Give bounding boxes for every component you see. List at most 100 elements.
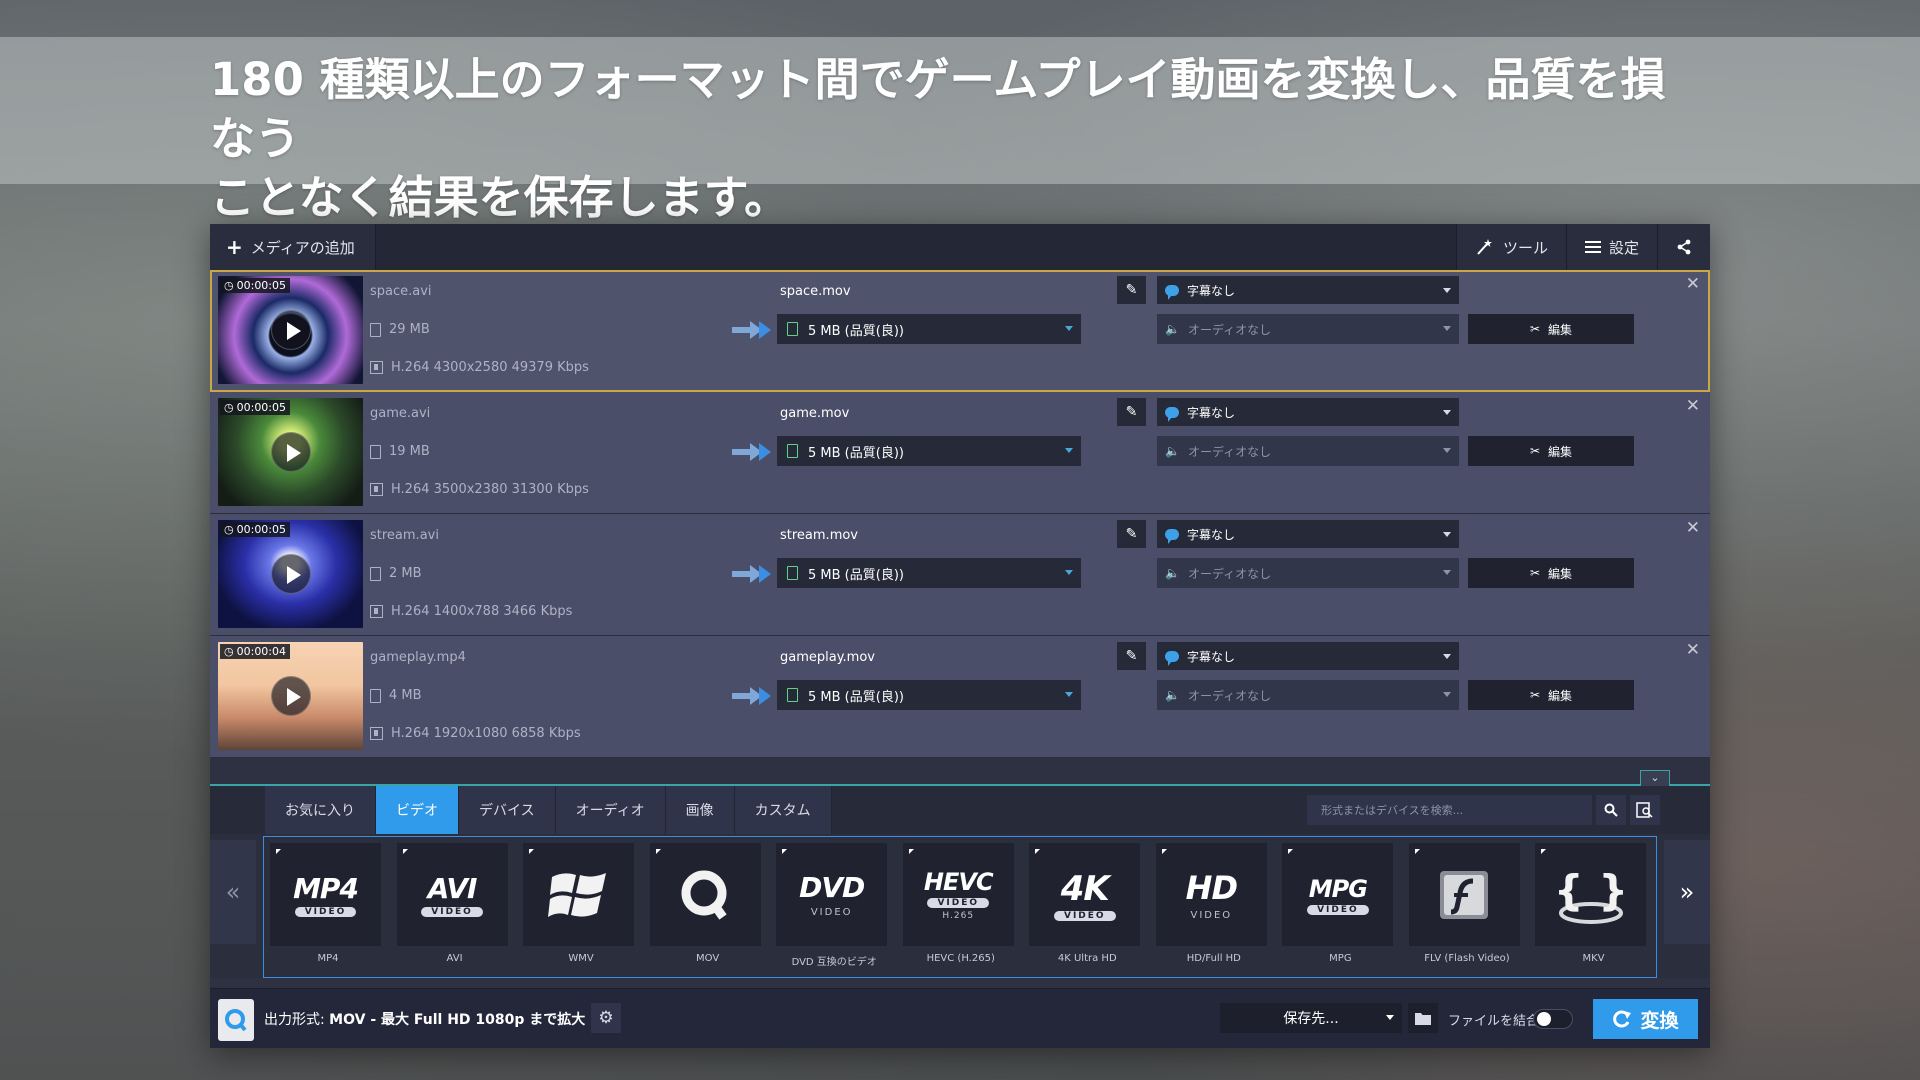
- audio-select[interactable]: 🔈 オーディオなし: [1157, 558, 1459, 588]
- tab-favorites[interactable]: お気に入り: [265, 786, 376, 834]
- pencil-icon: ✎: [1125, 526, 1138, 542]
- play-icon[interactable]: [270, 310, 311, 350]
- scroll-right-button[interactable]: »: [1664, 840, 1710, 944]
- subtitle-label: 字幕なし: [1187, 405, 1236, 420]
- subtitle-label: 字幕なし: [1187, 527, 1236, 542]
- audio-select[interactable]: 🔈 オーディオなし: [1157, 314, 1459, 344]
- rename-button[interactable]: ✎: [1117, 276, 1146, 304]
- format-mpg[interactable]: MPG VIDEO MPG: [1276, 837, 1403, 977]
- format-hevc[interactable]: HEVC VIDEO H.265 HEVC (H.265): [897, 837, 1024, 977]
- video-thumbnail[interactable]: ◷ 00:00:05: [218, 520, 363, 628]
- video-thumbnail[interactable]: ◷ 00:00:04: [218, 642, 363, 750]
- file-row[interactable]: ◷ 00:00:04 gameplay.mp4 4 MB H.264 1920x1…: [210, 636, 1710, 758]
- format-wmv[interactable]: WMV: [517, 837, 644, 977]
- hevc-logo: HEVC: [923, 868, 994, 896]
- film-icon: [370, 727, 383, 740]
- format-label: MOV: [696, 953, 720, 964]
- format-4k[interactable]: 4K VIDEO 4K Ultra HD: [1023, 837, 1150, 977]
- output-size-select[interactable]: 5 MB (品質(良)): [777, 436, 1081, 466]
- format-label: MP4: [317, 953, 339, 964]
- merge-files-toggle[interactable]: [1533, 1009, 1573, 1029]
- rename-button[interactable]: ✎: [1117, 520, 1146, 548]
- format-mov[interactable]: MOV: [644, 837, 771, 977]
- mpg-logo: MPG: [1308, 874, 1368, 903]
- search-button[interactable]: [1596, 795, 1626, 825]
- video-caption: VIDEO: [810, 907, 853, 918]
- format-tile: 4K VIDEO: [1029, 843, 1141, 946]
- edit-button[interactable]: ✂ 編集: [1468, 558, 1634, 588]
- video-thumbnail[interactable]: ◷ 00:00:05: [218, 398, 363, 506]
- chevron-down-icon: [1386, 1015, 1394, 1020]
- remove-file-button[interactable]: ✕: [1686, 518, 1700, 538]
- quicktime-logo-icon: [225, 1009, 247, 1032]
- file-icon: [370, 322, 381, 337]
- output-size-select[interactable]: 5 MB (品質(良)): [777, 558, 1081, 588]
- tab-images[interactable]: 画像: [665, 786, 735, 834]
- format-hd[interactable]: HD VIDEO HD/Full HD: [1150, 837, 1277, 977]
- rename-button[interactable]: ✎: [1117, 642, 1146, 670]
- share-button[interactable]: [1657, 224, 1710, 270]
- format-mkv[interactable]: { } MKV: [1529, 837, 1656, 977]
- edit-button[interactable]: ✂ 編集: [1468, 680, 1634, 710]
- tools-button[interactable]: ツール: [1455, 224, 1566, 270]
- remove-file-button[interactable]: ✕: [1686, 640, 1700, 660]
- format-dvd[interactable]: DVD VIDEO DVD 互換のビデオ: [770, 837, 897, 977]
- detect-device-button[interactable]: [1630, 795, 1660, 825]
- settings-button[interactable]: 設定: [1565, 224, 1657, 270]
- audio-select[interactable]: 🔈 オーディオなし: [1157, 680, 1459, 710]
- remove-file-button[interactable]: ✕: [1686, 396, 1700, 416]
- convert-button[interactable]: 変換: [1593, 999, 1698, 1039]
- output-size-select[interactable]: 5 MB (品質(良)): [777, 680, 1081, 710]
- tab-devices[interactable]: デバイス: [459, 786, 556, 834]
- remove-file-button[interactable]: ✕: [1686, 274, 1700, 294]
- rename-button[interactable]: ✎: [1117, 398, 1146, 426]
- collapse-panel-button[interactable]: ⌄: [1640, 770, 1670, 786]
- save-to-select[interactable]: 保存先...: [1220, 1003, 1402, 1033]
- headline: 180 種類以上のフォーマット間でゲームプレイ動画を変換し、品質を損なう ことな…: [210, 50, 1710, 227]
- bottom-bar: 出力形式: MOV - 最大 Full HD 1080p まで拡大 ⚙ 保存先.…: [210, 988, 1710, 1048]
- subtitle-icon: [1165, 284, 1179, 300]
- play-icon[interactable]: [270, 554, 311, 594]
- format-avi[interactable]: AVI VIDEO AVI: [391, 837, 518, 977]
- tab-video[interactable]: ビデオ: [376, 786, 459, 834]
- open-folder-button[interactable]: [1408, 1003, 1438, 1033]
- play-icon[interactable]: [270, 432, 311, 472]
- tab-custom[interactable]: カスタム: [734, 786, 832, 834]
- duration-badge: ◷ 00:00:05: [220, 400, 291, 415]
- film-icon: [370, 483, 383, 496]
- subtitle-select[interactable]: 字幕なし: [1157, 398, 1459, 426]
- audio-label: オーディオなし: [1187, 566, 1272, 581]
- duration-label: 00:00:05: [236, 401, 287, 414]
- file-icon: [370, 444, 381, 459]
- chevron-down-icon: [1443, 654, 1451, 659]
- scroll-left-button[interactable]: «: [210, 840, 256, 944]
- video-thumbnail[interactable]: ◷ 00:00:05: [218, 276, 363, 384]
- subtitle-label: 字幕なし: [1187, 283, 1236, 298]
- play-icon[interactable]: [270, 676, 311, 716]
- output-size-select[interactable]: 5 MB (品質(良)): [777, 314, 1081, 344]
- subtitle-select[interactable]: 字幕なし: [1157, 642, 1459, 670]
- file-icon: [787, 322, 798, 336]
- speaker-icon: 🔈: [1165, 444, 1180, 458]
- file-row[interactable]: ◷ 00:00:05 stream.avi 2 MB H.264 1400x788…: [210, 514, 1710, 636]
- output-settings-button[interactable]: ⚙: [591, 1003, 621, 1033]
- add-media-button[interactable]: + メディアの追加: [210, 224, 376, 270]
- video-tag: VIDEO: [294, 907, 357, 917]
- format-flv[interactable]: FLV (Flash Video): [1403, 837, 1530, 977]
- subtitle-select[interactable]: 字幕なし: [1157, 520, 1459, 548]
- edit-button[interactable]: ✂ 編集: [1468, 314, 1634, 344]
- file-row[interactable]: ◷ 00:00:05 game.avi 19 MB H.264 3500x2380…: [210, 392, 1710, 514]
- format-search-input[interactable]: 形式またはデバイスを検索...: [1307, 795, 1592, 825]
- subtitle-select[interactable]: 字幕なし: [1157, 276, 1459, 304]
- edit-button[interactable]: ✂ 編集: [1468, 436, 1634, 466]
- file-row[interactable]: ◷ 00:00:05 space.avi 29 MB H.264 4300x258…: [210, 270, 1710, 392]
- video-tag: VIDEO: [927, 898, 990, 908]
- output-format-icon[interactable]: [218, 999, 254, 1041]
- dvd-logo: DVD: [799, 871, 865, 904]
- audio-select[interactable]: 🔈 オーディオなし: [1157, 436, 1459, 466]
- scissors-icon: ✂: [1529, 566, 1541, 580]
- format-mp4[interactable]: MP4 VIDEO MP4: [264, 837, 391, 977]
- audio-label: オーディオなし: [1187, 688, 1272, 703]
- list-divider: ⌄: [210, 758, 1710, 786]
- tab-audio[interactable]: オーディオ: [555, 786, 666, 834]
